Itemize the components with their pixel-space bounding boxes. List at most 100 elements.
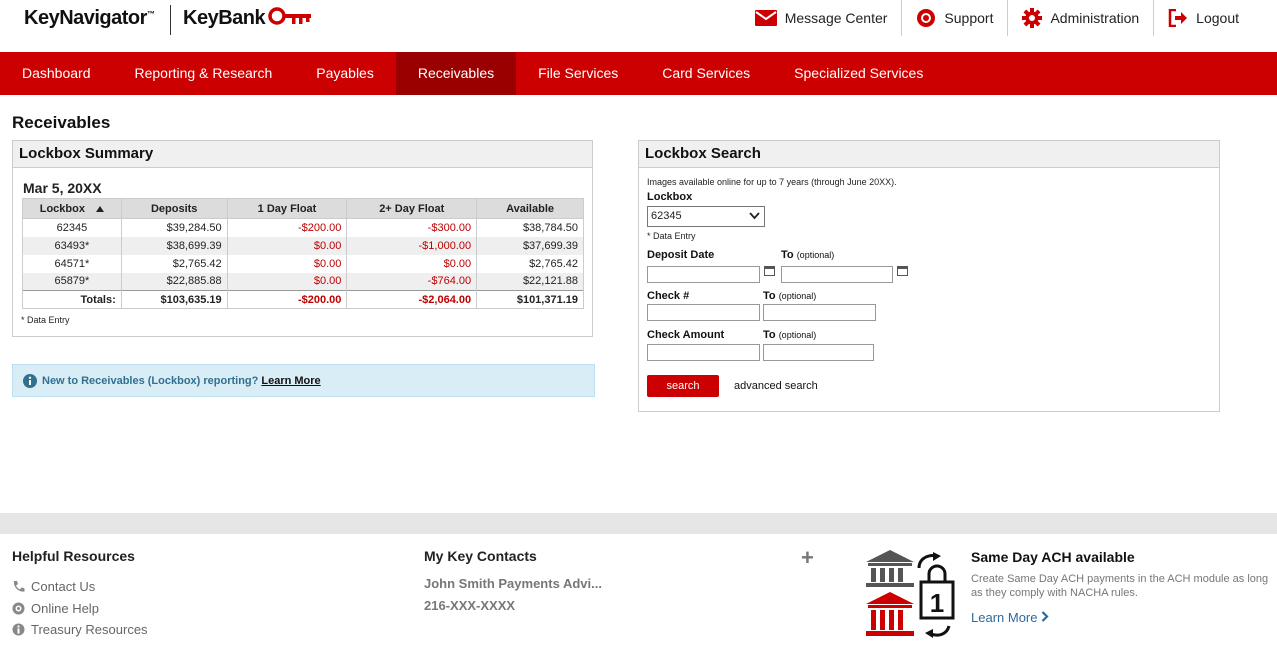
info-icon [23,373,37,388]
cell-deposits: $38,699.39 [120,236,228,255]
administration-link[interactable]: Administration [1007,0,1153,36]
table-row[interactable]: 63493* $38,699.39 $0.00 -$1,000.00 $37,6… [22,236,584,255]
sort-up-icon [96,205,105,212]
cell-lockbox[interactable]: 62345 [22,218,122,237]
cell-1-day-float: $0.00 [226,272,348,291]
nav-dashboard[interactable]: Dashboard [0,52,113,95]
check-amount-label: Check Amount [647,329,725,341]
summary-date: Mar 5, 20XX [23,180,102,196]
lockbox-label: Lockbox [647,191,693,203]
help-icon [12,602,25,615]
search-button[interactable]: search [647,375,719,397]
nav-file-services[interactable]: File Services [516,52,640,95]
cell-lockbox[interactable]: 64571* [22,254,122,273]
cell-lockbox[interactable]: 65879* [22,272,122,291]
learn-more-link[interactable]: Learn More [261,375,320,387]
calendar-lock-icon: 1 [917,552,955,638]
lockbox-summary-title: Lockbox Summary [13,141,592,168]
nav-receivables[interactable]: Receivables [395,52,517,95]
message-center-label: Message Center [784,10,888,26]
add-contact-button[interactable]: + [801,545,814,571]
check-amount-from-input[interactable] [647,344,760,361]
col-1-day-float: 1 Day Float [226,198,348,219]
col-2-day-float: 2+ Day Float [346,198,478,219]
calendar-icon[interactable] [897,265,908,276]
cell-2-day-float: -$764.00 [346,272,478,291]
nav-card-services[interactable]: Card Services [640,52,772,95]
advanced-search-link[interactable]: advanced search [734,380,818,392]
col-lockbox[interactable]: Lockbox [22,198,122,219]
cell-deposits: $22,885.88 [120,272,228,291]
cell-1-day-float: $0.00 [226,254,348,273]
totals-row: Totals: $103,635.19 -$200.00 -$2,064.00 … [22,290,584,309]
nav-reporting-research[interactable]: Reporting & Research [113,52,295,95]
ach-learn-more-link[interactable]: Learn More [971,610,1049,625]
treasury-resources-link[interactable]: Treasury Resources [12,622,148,637]
nav-payables[interactable]: Payables [294,52,396,95]
info-circle-icon [12,623,25,636]
nav-specialized-services[interactable]: Specialized Services [772,52,945,95]
lockbox-search-panel: Lockbox Search Images available online f… [638,140,1220,412]
check-number-to-input[interactable] [763,304,876,321]
page-title: Receivables [12,113,111,132]
cell-2-day-float: $0.00 [346,254,478,273]
table-row[interactable]: 65879* $22,885.88 $0.00 -$764.00 $22,121… [22,272,584,291]
my-key-contacts-title: My Key Contacts [424,548,537,564]
app-name: KeyNavigator [24,7,147,29]
message-center-link[interactable]: Message Center [741,0,902,36]
keybank-logo[interactable]: KeyBank [183,7,266,30]
availability-text: Images available online for up to 7 year… [647,177,897,187]
logout-icon [1168,9,1188,27]
table-row[interactable]: 64571* $2,765.42 $0.00 $0.00 $2,765.42 [22,254,584,273]
same-day-ach-description: Create Same Day ACH payments in the ACH … [971,573,1269,599]
contact-name[interactable]: John Smith Payments Advi... [424,576,602,591]
deposit-date-to-input[interactable] [781,266,893,283]
keynavigator-logo[interactable]: KeyNavigator™ [24,7,155,30]
calendar-lock-digit: 1 [930,588,944,618]
treasury-resources-label: Treasury Resources [31,622,148,637]
cell-lockbox[interactable]: 63493* [22,236,122,255]
app-trademark: ™ [146,9,155,19]
lockbox-select[interactable]: 62345 [647,206,765,227]
summary-data-entry-note: * Data Entry [21,315,70,325]
support-label: Support [944,10,994,26]
calendar-icon[interactable] [764,265,775,276]
support-link[interactable]: Support [901,0,1007,36]
check-to-label: To (optional) [763,290,816,302]
cell-available: $22,121.88 [476,272,584,291]
cell-available: $38,784.50 [476,218,584,237]
logout-link[interactable]: Logout [1153,0,1253,36]
to-label: To [763,329,776,341]
cell-deposits: $2,765.42 [120,254,228,273]
chevron-right-icon [1041,611,1049,622]
logout-label: Logout [1196,10,1239,26]
cell-available: $2,765.42 [476,254,584,273]
info-text: New to Receivables (Lockbox) reporting? [42,374,259,387]
check-number-label: Check # [647,290,690,302]
search-data-entry-note: * Data Entry [647,231,696,241]
total-2-day-float: -$2,064.00 [346,290,478,309]
contact-us-label: Contact Us [31,579,96,594]
table-row[interactable]: 62345 $39,284.50 -$200.00 -$300.00 $38,7… [22,218,584,237]
lockbox-table: Lockbox Deposits 1 Day Float 2+ Day Floa… [22,198,584,309]
contact-us-link[interactable]: Contact Us [12,579,95,594]
ach-learn-more-label: Learn More [971,610,1038,625]
lockbox-search-title: Lockbox Search [639,141,1219,168]
header: KeyNavigator™ KeyBank Message Center Sup… [0,0,1277,52]
check-amount-to-label: To (optional) [763,329,816,341]
check-amount-to-input[interactable] [763,344,874,361]
to-label: To [763,290,776,302]
cell-1-day-float: -$200.00 [226,218,348,237]
col-lockbox-label: Lockbox [39,202,85,215]
deposit-date-from-input[interactable] [647,266,760,283]
optional-label: (optional) [796,250,835,260]
total-deposits: $103,635.19 [120,290,228,309]
key-icon [268,7,311,25]
total-1-day-float: -$200.00 [226,290,348,309]
deposit-date-label: Deposit Date [647,249,715,261]
check-number-from-input[interactable] [647,304,760,321]
online-help-link[interactable]: Online Help [12,601,99,616]
optional-label: (optional) [778,291,817,301]
bank-icon [866,550,914,636]
phone-icon [13,581,25,592]
